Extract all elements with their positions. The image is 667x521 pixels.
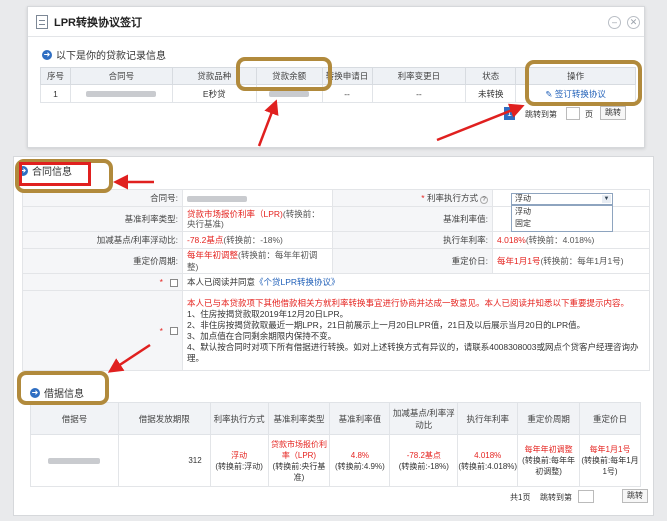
agree-checkbox[interactable] — [170, 278, 178, 287]
col-header: 利率变更日 — [371, 67, 467, 85]
agree-text: 本人已阅读并同意《个贷LPR转换协议》 — [182, 273, 650, 291]
option-float[interactable]: 浮动 — [512, 206, 612, 218]
notice-head: 本人已与本贷款项下其他借款相关方就利率转换事宜进行协商并达成一致意见。本人已阅读… — [187, 297, 630, 308]
spread-label: 加减基点/利率浮动比: — [22, 231, 183, 249]
receipt-jump-button[interactable]: 跳转 — [622, 489, 648, 503]
receipt-term: 312 — [117, 434, 211, 487]
receipt-total-pages: 共1页 — [510, 493, 531, 502]
base-type-value: 贷款市场报价利率（LPR)(转换前：央行基准) — [182, 206, 333, 232]
receipt-no-blurred — [30, 434, 119, 487]
agreement-link[interactable]: 《个贷LPR转换协议》 — [255, 277, 340, 287]
col-header: 借据发放期限 — [117, 402, 211, 435]
section-title: 以下是你的贷款记录信息 — [56, 51, 166, 62]
row-index: 1 — [40, 84, 71, 103]
page-unit: 页 — [585, 110, 593, 119]
col-header: 借据号 — [30, 402, 119, 435]
option-fixed[interactable]: 固定 — [512, 218, 612, 230]
notice-checkbox-cell: * — [22, 290, 183, 371]
receipt-day: 每年1月1号 (转换前:每年1月1号) — [579, 434, 641, 487]
notice-checkbox[interactable] — [170, 327, 178, 336]
col-header: 重定价周期 — [517, 402, 581, 435]
annual-rate-value: 4.018%(转换前：4.018%) — [492, 231, 650, 249]
col-header: 基准利率类型 — [267, 402, 331, 435]
receipt-base-type: 贷款市场报价利率（LPR) (转换前:央行基准) — [267, 434, 331, 487]
reprice-day-label: 重定价日: — [332, 248, 493, 274]
col-header: 执行年利率 — [457, 402, 519, 435]
annual-rate-label: 执行年利率: — [332, 231, 493, 249]
spread-value: -78.2基点(转换前：-18%) — [182, 231, 333, 249]
contract-number-blurred — [69, 84, 173, 103]
highlight-loan-balance — [236, 57, 332, 91]
notice-text: 本人已与本贷款项下其他借款相关方就利率转换事宜进行协商并达成一致意见。本人已阅读… — [182, 290, 650, 371]
col-header: 利率执行方式 — [209, 402, 269, 435]
notice-line: 4、默认按合同时对项下所有借据进行转换。如对上述转换方式有异议的，请联系4008… — [187, 341, 639, 363]
highlight-receipt-tab — [17, 371, 109, 405]
info-icon: ? — [480, 196, 488, 204]
reprice-period-label: 重定价周期: — [22, 248, 183, 274]
circle-arrow-icon: ➜ — [42, 49, 52, 60]
base-type-label: 基准利率类型: — [22, 206, 183, 232]
highlight-operation — [525, 60, 642, 106]
receipt-goto-label: 跳转到第 — [540, 493, 572, 502]
minimize-icon[interactable]: – — [608, 16, 621, 29]
close-icon[interactable]: ✕ — [627, 16, 640, 29]
goto-label: 跳转到第 — [525, 110, 557, 119]
contract-no-value — [182, 189, 333, 207]
notice-line: 1、住房按揭贷款取2019年12月20日LPR。 — [187, 308, 349, 319]
receipt-table: 借据号 借据发放期限 利率执行方式 基准利率类型 基准利率值 加减基点/利率浮动… — [30, 402, 641, 487]
red-box-contract-tab — [19, 162, 91, 186]
status: 未转换 — [465, 84, 517, 103]
table-row: 312 浮动 (转换前:浮动) 贷款市场报价利率（LPR) (转换前:央行基准) 4… — [30, 434, 641, 487]
notice-line: 2、非住房按揭贷款取最近一期LPR，21日前展示上一月20日LPR值，21日及以… — [187, 319, 586, 330]
col-header[interactable]: 合同号 — [69, 67, 173, 85]
col-header: 序号 — [40, 67, 71, 85]
base-value-label: 基准利率值: — [332, 206, 493, 232]
receipt-period: 每年年初调整 (转换前:每年年初调整) — [517, 434, 581, 487]
dialog-title: LPR转换协议签订 — [54, 16, 142, 29]
rate-method-select[interactable]: 浮动 ▼ — [511, 193, 613, 205]
agree-checkbox-cell: * — [22, 273, 183, 291]
receipt-base-value: 4.8% (转换前:4.9%) — [329, 434, 391, 487]
receipt-annual: 4.018% (转换前:4.018%) — [457, 434, 519, 487]
page-input[interactable] — [566, 107, 580, 120]
receipt-spread: -78.2基点 (转换前:-18%) — [389, 434, 459, 487]
receipt-page-input[interactable] — [578, 490, 594, 503]
receipt-method: 浮动 (转换前:浮动) — [209, 434, 269, 487]
rate-method-dropdown: 浮动 固定 — [511, 205, 613, 232]
reprice-day-value: 每年1月1号(转换前：每年1月1号) — [492, 248, 650, 274]
dialog-header: LPR转换协议签订 — [28, 7, 644, 37]
change-date: -- — [371, 84, 467, 103]
chevron-down-icon[interactable]: ▼ — [602, 195, 611, 203]
document-icon — [36, 14, 48, 29]
jump-button[interactable]: 跳转 — [600, 106, 626, 120]
col-header: 加减基点/利率浮动比 — [389, 402, 459, 435]
loan-records-heading: ➜ 以下是你的贷款记录信息 — [42, 47, 166, 62]
col-header: 基准利率值 — [329, 402, 391, 435]
col-header: 重定价日 — [579, 402, 641, 435]
col-header: 状态 — [465, 67, 517, 85]
receipt-header: 借据号 借据发放期限 利率执行方式 基准利率类型 基准利率值 加减基点/利率浮动… — [30, 402, 641, 435]
reprice-period-value: 每年年初调整(转换前：每年年初调整) — [182, 248, 333, 274]
rate-method-label: * 利率执行方式? — [332, 189, 493, 207]
notice-line: 3、加点值在合同剩余期限内保持不变。 — [187, 330, 337, 341]
current-page[interactable]: 1 — [504, 107, 515, 120]
